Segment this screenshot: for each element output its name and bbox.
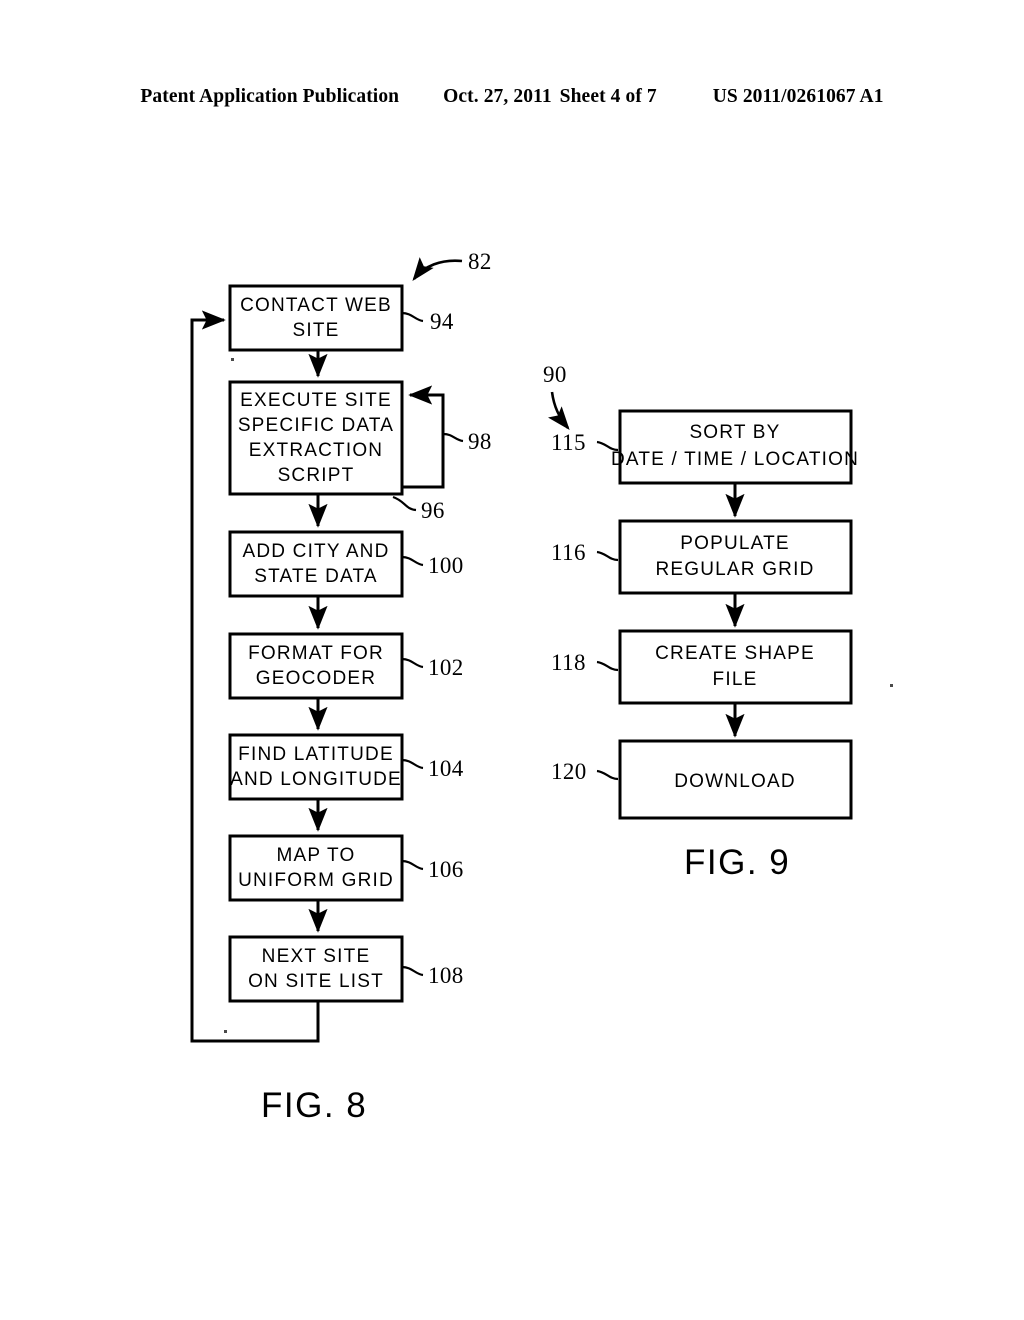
fig8-step-96-line-2: SPECIFIC DATA <box>238 415 394 436</box>
fig8-step-96-line-3: EXTRACTION <box>249 440 383 461</box>
fig8-step-100-ref: 100 <box>428 553 464 578</box>
fig8-step-104-line-2: AND LONGITUDE <box>230 769 402 790</box>
patent-drawing-page: Patent Application Publication Oct. 27, … <box>0 0 1024 1320</box>
fig8-reference-number: 82 <box>468 249 492 274</box>
figure-9: 90 SORT BY DATE / TIME / LOCATION 115 PO… <box>543 362 859 882</box>
fig8-step-100-line-2: STATE DATA <box>254 566 378 587</box>
scan-speck <box>224 1030 227 1033</box>
fig8-loop-98-ref: 98 <box>468 429 492 454</box>
fig8-step-94-leader <box>401 311 424 323</box>
fig9-step-120-line-1: DOWNLOAD <box>674 771 796 792</box>
fig9-step-116-box <box>618 519 853 595</box>
fig9-step-118-line-1: CREATE SHAPE <box>655 643 815 664</box>
fig8-step-104-ref: 104 <box>428 756 464 781</box>
fig8-step-106-line-2: UNIFORM GRID <box>238 870 394 891</box>
fig8-step-100-leader <box>401 555 424 567</box>
fig8-step-106-leader <box>401 859 424 871</box>
fig8-step-94-line-1: CONTACT WEB <box>240 295 392 316</box>
fig8-step-108-leader <box>401 965 424 977</box>
fig9-step-115-line-1: SORT BY <box>689 422 780 443</box>
fig8-step-94-line-2: SITE <box>292 320 339 341</box>
fig8-step-108-line-2: ON SITE LIST <box>248 971 384 992</box>
fig9-reference-arrow <box>547 391 570 431</box>
fig9-step-120-leader <box>596 769 619 781</box>
fig8-step-106-line-1: MAP TO <box>276 845 355 866</box>
fig8-step-100-line-1: ADD CITY AND <box>242 541 389 562</box>
fig8-step-94-ref: 94 <box>430 309 454 334</box>
scan-speck <box>890 684 893 687</box>
figure-8: 82 CONTACT WEB SITE 94 EXECUTE SITE SPEC… <box>190 249 492 1125</box>
fig8-step-104-leader <box>401 758 424 770</box>
fig9-step-116-line-1: POPULATE <box>680 533 790 554</box>
fig8-step-96-leader <box>392 495 417 512</box>
fig8-step-108-line-1: NEXT SITE <box>262 946 371 967</box>
fig8-step-102-line-1: FORMAT FOR <box>248 643 384 664</box>
fig9-step-115-line-2: DATE / TIME / LOCATION <box>611 449 859 470</box>
fig8-caption: FIG. 8 <box>261 1086 367 1125</box>
fig8-step-96-line-1: EXECUTE SITE <box>240 390 392 411</box>
fig8-reference-arrow <box>412 257 463 282</box>
fig8-step-96-line-4: SCRIPT <box>278 465 355 486</box>
fig9-step-116-leader <box>596 550 619 562</box>
fig8-loop-98-leader <box>442 432 464 443</box>
fig9-step-118-leader <box>596 660 619 672</box>
scan-speck <box>231 358 234 361</box>
fig9-step-115-ref: 115 <box>551 430 586 455</box>
fig8-loop-98-path <box>402 385 445 489</box>
fig9-reference-number: 90 <box>543 362 567 387</box>
fig8-step-104-line-1: FIND LATITUDE <box>238 744 394 765</box>
fig9-step-118-box <box>618 629 853 705</box>
fig8-step-96-ref: 96 <box>421 498 445 523</box>
fig9-step-118-line-2: FILE <box>713 669 758 690</box>
fig9-step-115-leader <box>596 440 619 452</box>
fig9-step-120-ref: 120 <box>551 759 587 784</box>
fig8-step-102-ref: 102 <box>428 655 464 680</box>
figures-canvas: 82 CONTACT WEB SITE 94 EXECUTE SITE SPEC… <box>190 249 893 1125</box>
fig9-step-116-ref: 116 <box>551 540 586 565</box>
fig9-step-118-ref: 118 <box>551 650 586 675</box>
fig9-step-116-line-2: REGULAR GRID <box>655 559 814 580</box>
fig9-caption: FIG. 9 <box>684 843 790 882</box>
fig8-step-108-ref: 108 <box>428 963 464 988</box>
fig8-step-106-ref: 106 <box>428 857 464 882</box>
fig8-step-102-line-2: GEOCODER <box>256 668 376 689</box>
fig8-step-102-leader <box>401 657 424 669</box>
